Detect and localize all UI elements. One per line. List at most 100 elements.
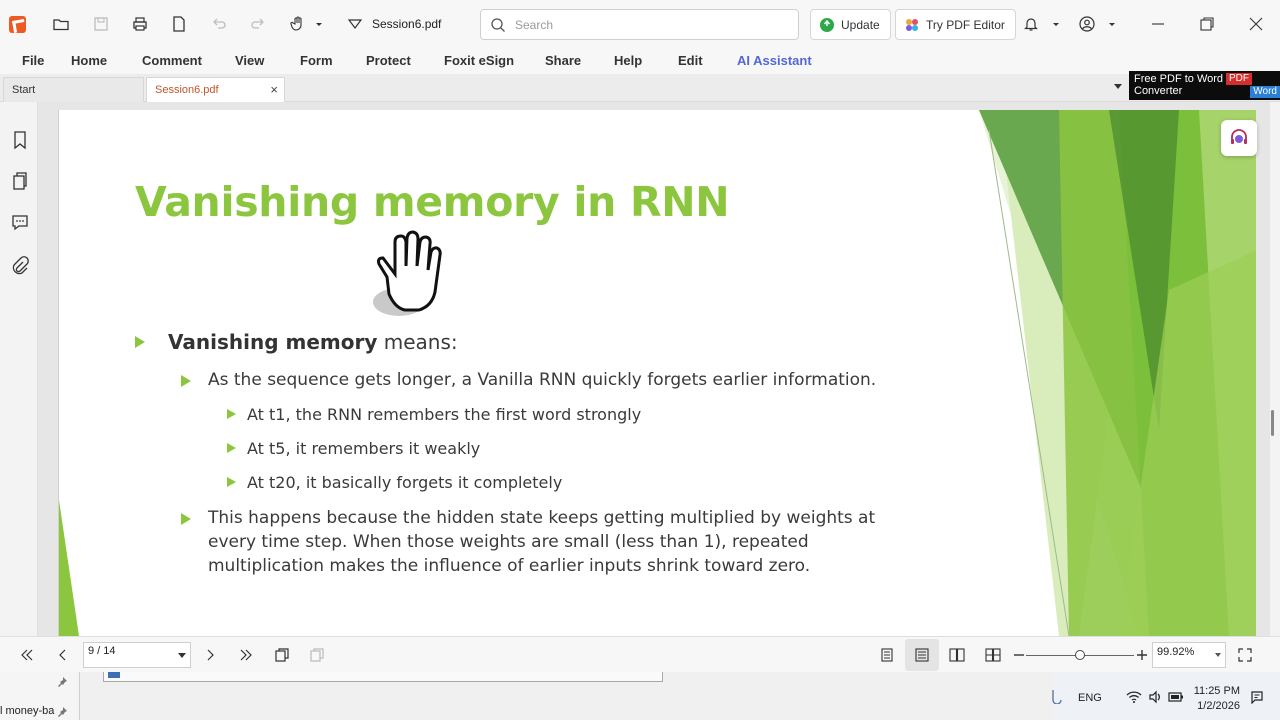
- pin-icon[interactable]: [56, 706, 68, 718]
- next-view-icon[interactable]: [308, 646, 326, 664]
- sub2-text: At t5, it remembers it weakly: [247, 439, 481, 458]
- background-window-strip: l money-ba ENG 11:25 PM 1/2/2026: [0, 672, 1280, 720]
- account-icon[interactable]: [1076, 13, 1098, 35]
- fullscreen-icon[interactable]: [1236, 646, 1254, 664]
- redo-icon[interactable]: [247, 13, 269, 35]
- pdf-to-word-ad[interactable]: Free PDF to Word Converter PDF Word: [1129, 71, 1280, 100]
- zoom-slider-knob[interactable]: [1075, 650, 1085, 660]
- previous-view-icon[interactable]: [273, 646, 291, 664]
- menu-file[interactable]: File: [22, 53, 44, 68]
- tabs-dropdown-icon[interactable]: [1114, 84, 1122, 89]
- volume-icon[interactable]: [1148, 690, 1162, 704]
- continuous-facing-view-icon[interactable]: [984, 646, 1002, 664]
- notifications-chevron-icon[interactable]: [1045, 13, 1067, 35]
- open-folder-icon[interactable]: [50, 13, 72, 35]
- zoom-dropdown-icon[interactable]: [1215, 653, 1221, 657]
- search-placeholder: Search: [515, 18, 554, 32]
- search-input[interactable]: Search: [480, 9, 799, 40]
- language-indicator[interactable]: ENG: [1078, 692, 1102, 704]
- document-icon[interactable]: [168, 13, 190, 35]
- ai-headset-icon: [1231, 129, 1247, 144]
- explorer-side-panel: l money-ba: [0, 672, 80, 720]
- quick-access-item[interactable]: l money-ba: [0, 705, 54, 717]
- close-icon[interactable]: [1244, 13, 1268, 35]
- menu-form[interactable]: Form: [300, 53, 333, 68]
- menu-foxit-esign[interactable]: Foxit eSign: [444, 53, 514, 68]
- editor-apps-icon: [906, 18, 918, 31]
- zoom-in-icon[interactable]: [1133, 646, 1151, 664]
- update-button[interactable]: Update: [810, 9, 891, 40]
- menu-home[interactable]: Home: [71, 53, 107, 68]
- tab-session6[interactable]: Session6.pdf ×: [146, 77, 285, 102]
- vertical-scrollbar[interactable]: [1271, 410, 1274, 436]
- chevron-down-icon[interactable]: [308, 13, 330, 35]
- bullet-marker-icon: [227, 409, 236, 419]
- bullet1-rest: means:: [377, 330, 458, 354]
- bullet2-text: As the sequence gets longer, a Vanilla R…: [208, 370, 877, 390]
- try-pdf-editor-label: Try PDF Editor: [926, 17, 1005, 32]
- tab-start-label: Start: [12, 84, 36, 96]
- pin-icon[interactable]: [56, 676, 68, 688]
- page-indicator: 9 / 14: [88, 645, 116, 657]
- menu-protect[interactable]: Protect: [366, 53, 411, 68]
- hand-cursor-icon: [349, 222, 459, 332]
- ad-word-badge: Word: [1250, 86, 1280, 98]
- bullet-marker-icon: [181, 513, 191, 525]
- pages-icon[interactable]: [10, 171, 30, 191]
- previous-page-icon[interactable]: [54, 646, 72, 664]
- clock[interactable]: 11:25 PM 1/2/2026: [1192, 684, 1240, 714]
- bookmark-icon[interactable]: [10, 130, 30, 150]
- wifi-icon[interactable]: [1126, 690, 1142, 704]
- last-page-icon[interactable]: [237, 646, 255, 664]
- pdf-page[interactable]: Vanishing memory in RNN Vanishing memory…: [58, 110, 1256, 636]
- status-bar: 9 / 14 99.92%: [0, 636, 1280, 672]
- bullet3-line2: every time step. When those weights are …: [208, 532, 809, 552]
- battery-icon[interactable]: [1168, 691, 1184, 703]
- try-pdf-editor-button[interactable]: Try PDF Editor: [895, 9, 1016, 40]
- system-tray: ENG 11:25 PM 1/2/2026: [1052, 672, 1280, 720]
- clock-time: 11:25 PM: [1193, 685, 1240, 697]
- zoom-level-input[interactable]: 99.92%: [1152, 642, 1226, 668]
- background-file-row: [103, 672, 663, 682]
- bullet1-bold: Vanishing memory: [168, 330, 378, 354]
- navigation-panel: [0, 102, 38, 636]
- ai-assistant-floating-button[interactable]: [1221, 120, 1257, 156]
- page-number-input[interactable]: 9 / 14: [83, 642, 191, 668]
- foxit-logo[interactable]: [9, 16, 26, 33]
- notification-center-icon[interactable]: [1250, 690, 1264, 704]
- bell-icon[interactable]: [1020, 13, 1042, 35]
- sub3-text: At t20, it basically forgets it complete…: [247, 473, 563, 492]
- first-page-icon[interactable]: [18, 646, 36, 664]
- menu-comment[interactable]: Comment: [142, 53, 202, 68]
- update-label: Update: [841, 17, 880, 32]
- page-dropdown-icon[interactable]: [178, 653, 186, 658]
- tab-close-icon[interactable]: ×: [270, 82, 278, 97]
- menu-help[interactable]: Help: [614, 53, 642, 68]
- sub1-text: At t1, the RNN remembers the first word …: [247, 405, 642, 424]
- save-icon[interactable]: [90, 13, 112, 35]
- single-page-view-icon[interactable]: [878, 646, 896, 664]
- menu-edit[interactable]: Edit: [678, 53, 703, 68]
- facing-view-icon[interactable]: [948, 646, 966, 664]
- tray-app-icon[interactable]: [1050, 688, 1064, 704]
- print-icon[interactable]: [129, 13, 151, 35]
- undo-icon[interactable]: [208, 13, 230, 35]
- search-icon: [491, 18, 505, 32]
- restore-icon[interactable]: [1195, 13, 1219, 35]
- filter-chevron-icon[interactable]: [344, 13, 366, 35]
- account-chevron-icon[interactable]: [1101, 13, 1123, 35]
- tab-start[interactable]: Start: [3, 77, 144, 102]
- document-viewer[interactable]: Vanishing memory in RNN Vanishing memory…: [38, 102, 1270, 636]
- attachment-icon[interactable]: [10, 256, 30, 276]
- bullet3-line3: multiplication makes the influence of ea…: [208, 556, 811, 576]
- minimize-icon[interactable]: [1146, 13, 1170, 35]
- document-title: Session6.pdf: [372, 17, 442, 31]
- hand-tool-icon[interactable]: [287, 13, 309, 35]
- continuous-view-icon[interactable]: [913, 646, 931, 664]
- bullet-explanation: This happens because the hidden state ke…: [208, 506, 928, 578]
- menu-ai-assistant[interactable]: AI Assistant: [737, 53, 812, 68]
- menu-share[interactable]: Share: [545, 53, 581, 68]
- comments-icon[interactable]: [10, 212, 30, 232]
- next-page-icon[interactable]: [201, 646, 219, 664]
- menu-view[interactable]: View: [235, 53, 264, 68]
